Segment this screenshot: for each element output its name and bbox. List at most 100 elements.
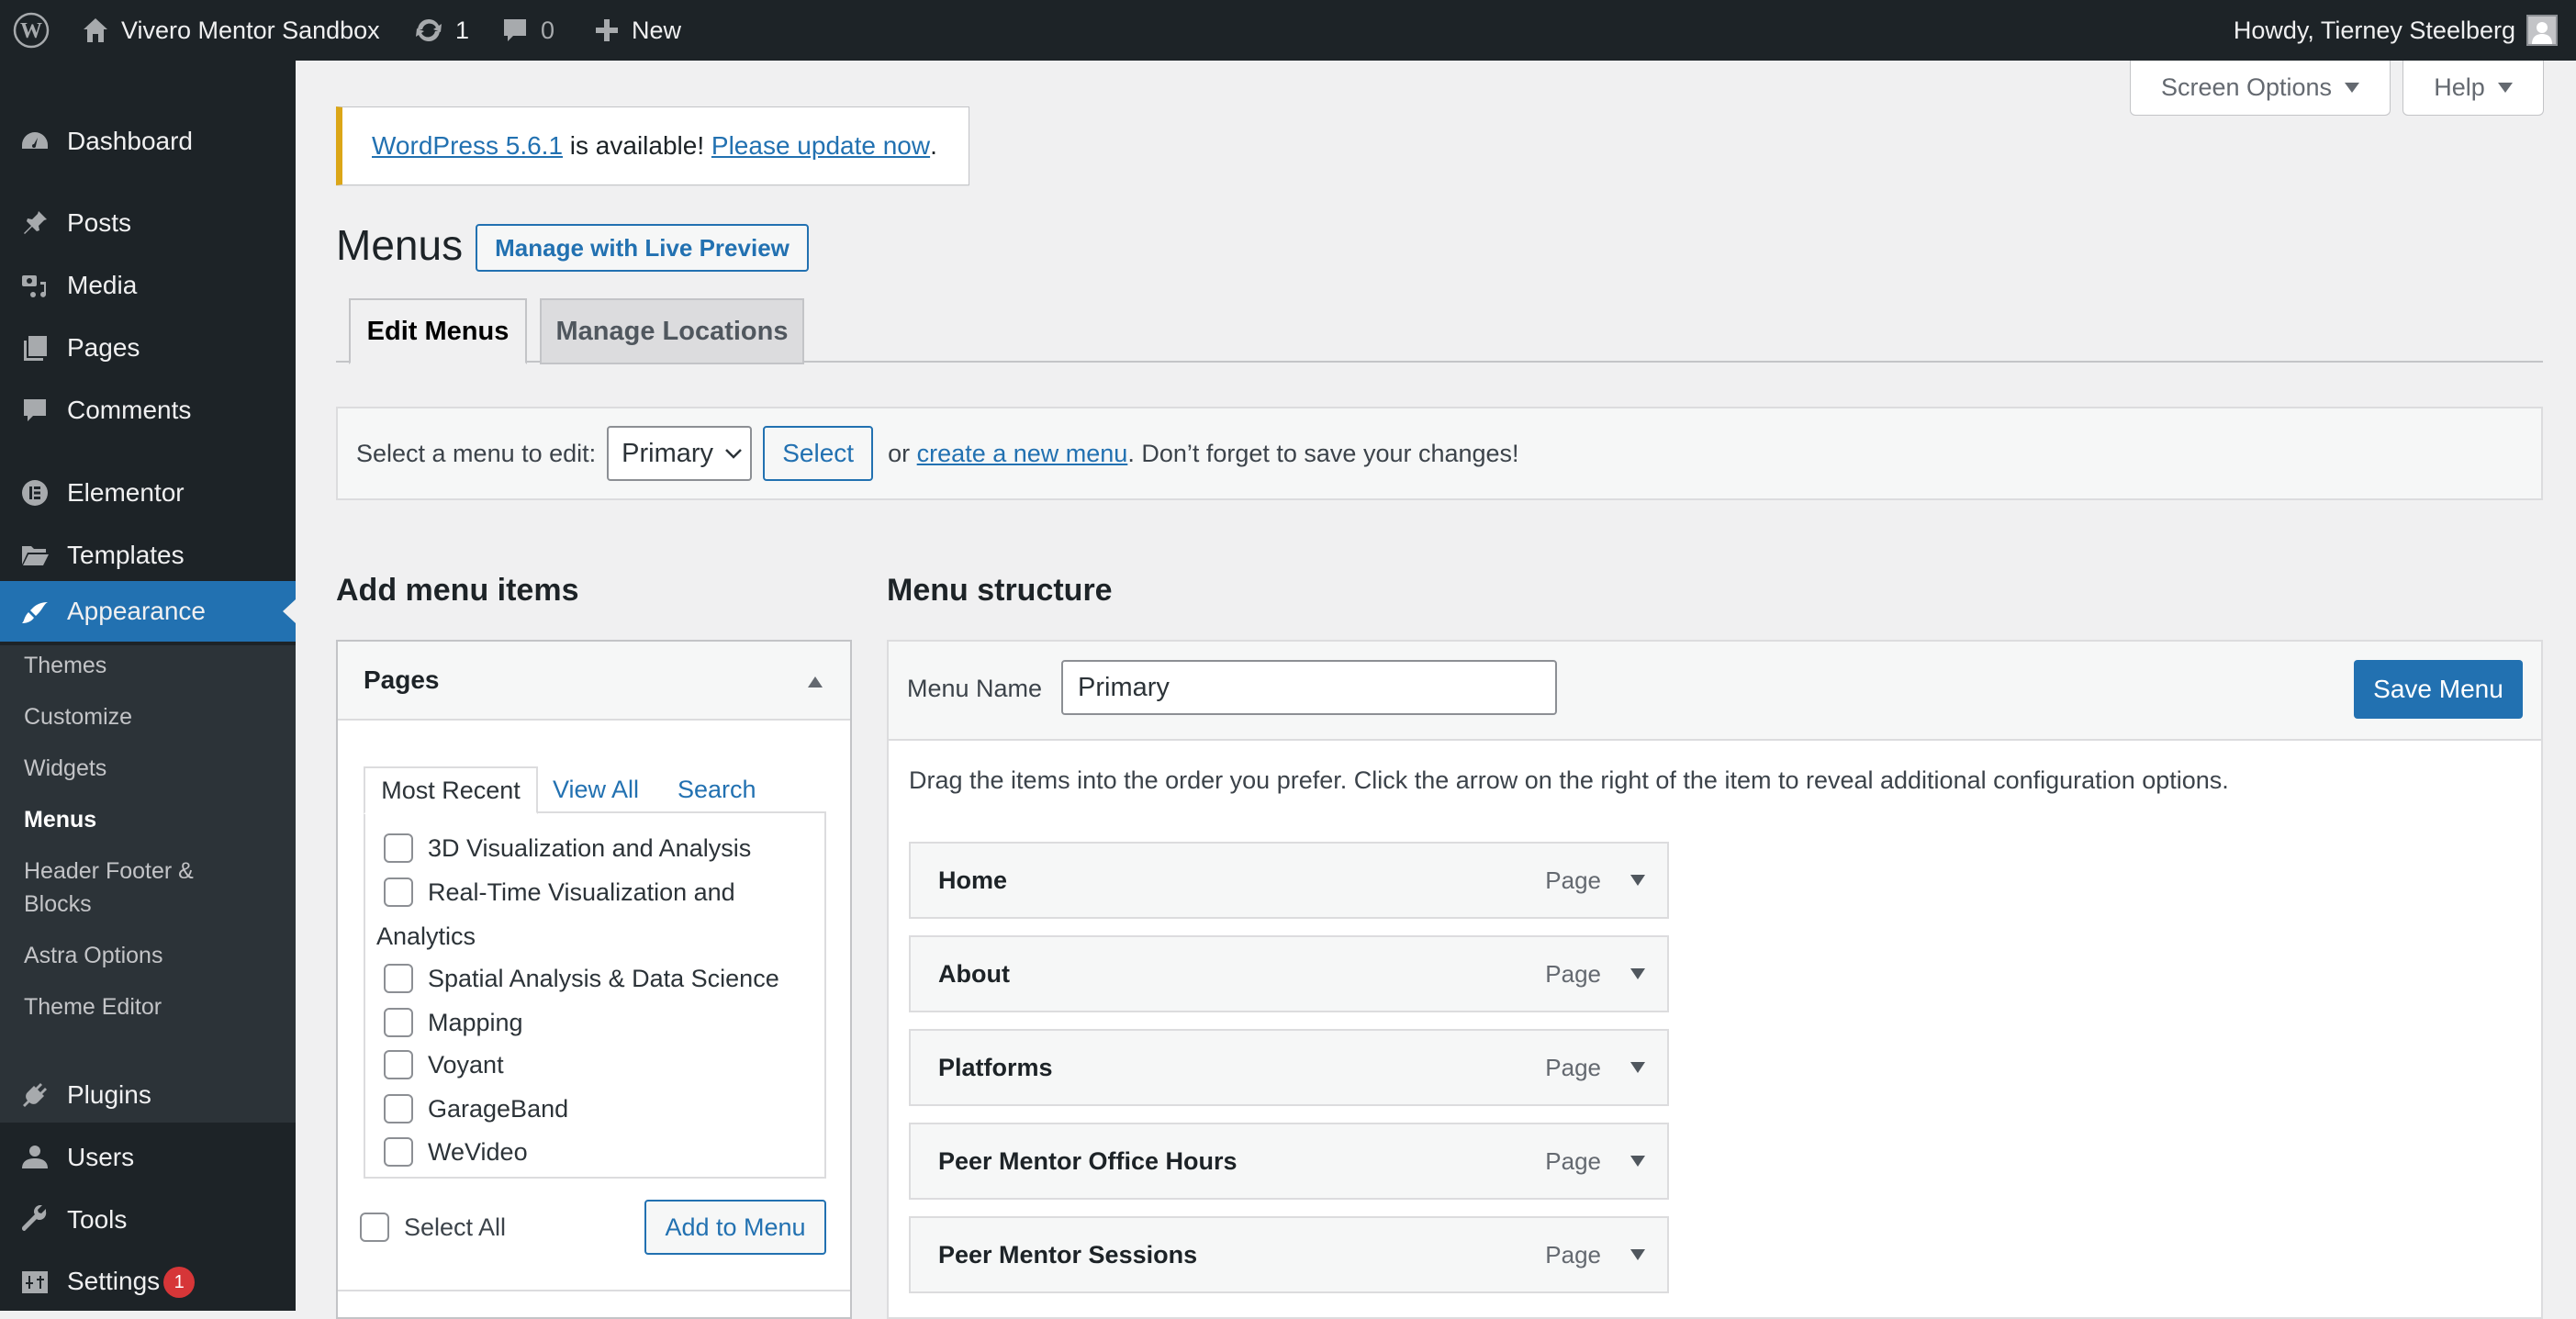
sidebar-item-appearance[interactable]: Appearance xyxy=(0,581,296,642)
sidebar-item-users[interactable]: Users xyxy=(0,1130,296,1185)
submenu-header-footer-blocks[interactable]: Header Footer & Blocks xyxy=(24,855,194,921)
avatar xyxy=(2526,15,2558,46)
checkbox[interactable] xyxy=(384,964,413,993)
my-account-link[interactable]: Howdy, Tierney Steelberg xyxy=(2234,0,2558,61)
tab-edit-menus[interactable]: Edit Menus xyxy=(349,298,527,364)
sidebar-item-pages[interactable]: Pages xyxy=(0,320,296,375)
page-checkbox-item[interactable]: Mapping xyxy=(384,1006,815,1039)
checkbox[interactable] xyxy=(384,1050,413,1079)
submenu-customize[interactable]: Customize xyxy=(24,700,132,733)
sidebar-item-settings[interactable]: Settings 1 xyxy=(0,1255,296,1310)
page-checkbox-item[interactable]: Spatial Analysis & Data Science xyxy=(384,962,815,995)
checkbox[interactable] xyxy=(384,1008,413,1037)
wordpress-version-link[interactable]: WordPress 5.6.1 xyxy=(372,131,563,161)
menu-select-bar: Select a menu to edit: Primary Select or… xyxy=(336,407,2543,500)
checkbox[interactable] xyxy=(384,1094,413,1123)
menu-instructions: Drag the items into the order you prefer… xyxy=(909,766,2229,794)
expand-arrow-icon[interactable] xyxy=(1630,1062,1645,1073)
page-title: Menus xyxy=(336,221,464,269)
new-label: New xyxy=(632,16,682,44)
expand-arrow-icon[interactable] xyxy=(1630,1156,1645,1167)
pages-checklist: 3D Visualization and Analysis Real-Time … xyxy=(364,811,826,1179)
sidebar-label: Posts xyxy=(67,208,132,237)
appearance-submenu: Themes Customize Widgets Menus Header Fo… xyxy=(0,645,296,1123)
sidebar-item-elementor[interactable]: Elementor xyxy=(0,465,296,520)
page-checkbox-item[interactable]: Real-Time Visualization and xyxy=(384,876,815,909)
submenu-astra-options[interactable]: Astra Options xyxy=(24,939,162,972)
page-label: Real-Time Visualization and xyxy=(428,876,735,909)
select-all-label: Select All xyxy=(404,1213,507,1241)
sidebar-item-templates[interactable]: Templates xyxy=(0,528,296,583)
comments-count: 0 xyxy=(541,16,555,44)
save-menu-button[interactable]: Save Menu xyxy=(2354,660,2523,719)
home-icon xyxy=(84,18,107,42)
plus-icon xyxy=(596,19,618,41)
update-now-link[interactable]: Please update now xyxy=(711,131,930,161)
expand-arrow-icon[interactable] xyxy=(1630,1249,1645,1260)
menu-item-title: Peer Mentor Sessions xyxy=(938,1241,1198,1269)
pages-accordion: Pages Most Recent View All Search 3D Vis… xyxy=(336,640,852,1319)
help-label: Help xyxy=(2434,73,2485,101)
menu-item-type: Page xyxy=(1545,1054,1601,1081)
pages-accordion-header[interactable]: Pages xyxy=(338,642,850,721)
menu-name-input[interactable] xyxy=(1061,660,1557,715)
sidebar-item-dashboard[interactable]: Dashboard xyxy=(0,114,296,169)
screen-options-label: Screen Options xyxy=(2160,73,2333,101)
menu-item[interactable]: About Page xyxy=(909,935,1669,1012)
menu-item[interactable]: Home Page xyxy=(909,842,1669,919)
page-label: WeVideo xyxy=(428,1138,528,1166)
menu-item[interactable]: Peer Mentor Office Hours Page xyxy=(909,1123,1669,1200)
site-name-link[interactable]: Vivero Mentor Sandbox xyxy=(81,0,380,61)
updates-link[interactable]: 1 xyxy=(413,0,469,61)
new-content-link[interactable]: New xyxy=(593,0,681,61)
sidebar-label: Appearance xyxy=(67,597,207,625)
select-menu-button[interactable]: Select xyxy=(763,426,874,481)
menu-item-type: Page xyxy=(1545,960,1601,988)
menu-item[interactable]: Peer Mentor Sessions Page xyxy=(909,1216,1669,1293)
page-label: GarageBand xyxy=(428,1095,569,1123)
submenu-label-line2: Blocks xyxy=(24,891,92,917)
sidebar-item-posts[interactable]: Posts xyxy=(0,196,296,251)
help-button[interactable]: Help xyxy=(2402,61,2544,116)
comment-icon xyxy=(18,394,51,427)
page-label-line1: Real-Time Visualization and xyxy=(428,878,735,906)
page-checkbox-item[interactable]: WeVideo xyxy=(384,1135,815,1168)
page-checkbox-item[interactable]: Voyant xyxy=(384,1048,815,1081)
screen-options-button[interactable]: Screen Options xyxy=(2130,61,2391,116)
sidebar-label: Tools xyxy=(67,1205,128,1234)
page-checkbox-item[interactable]: 3D Visualization and Analysis xyxy=(384,832,815,865)
sidebar-label: Settings 1 xyxy=(67,1267,196,1299)
menu-item[interactable]: Platforms Page xyxy=(909,1029,1669,1106)
expand-arrow-icon[interactable] xyxy=(1630,968,1645,979)
sidebar-item-tools[interactable]: Tools xyxy=(0,1192,296,1247)
submenu-widgets[interactable]: Widgets xyxy=(24,752,106,785)
wp-logo-button[interactable]: W xyxy=(13,0,50,61)
expand-arrow-icon[interactable] xyxy=(1630,875,1645,886)
sidebar-item-plugins[interactable]: Plugins xyxy=(0,1067,296,1123)
select-all-checkbox[interactable] xyxy=(360,1213,389,1242)
sidebar-item-comments[interactable]: Comments xyxy=(0,383,296,438)
submenu-themes[interactable]: Themes xyxy=(24,649,106,682)
menu-item-title: Peer Mentor Office Hours xyxy=(938,1147,1238,1175)
checkbox[interactable] xyxy=(384,833,413,863)
checkbox[interactable] xyxy=(384,1137,413,1167)
add-to-menu-button[interactable]: Add to Menu xyxy=(644,1200,826,1255)
page-checkbox-item[interactable]: GarageBand xyxy=(384,1092,815,1125)
site-name: Vivero Mentor Sandbox xyxy=(121,16,380,44)
pages-title: Pages xyxy=(364,665,440,694)
tab-search[interactable]: Search xyxy=(678,766,756,812)
tab-most-recent[interactable]: Most Recent xyxy=(364,766,538,814)
menu-item-type: Page xyxy=(1545,1147,1601,1175)
nav-tabs: Edit Menus Manage Locations xyxy=(336,298,2543,364)
submenu-theme-editor[interactable]: Theme Editor xyxy=(24,990,162,1023)
submenu-menus[interactable]: Menus xyxy=(24,803,96,836)
tab-manage-locations[interactable]: Manage Locations xyxy=(540,298,804,364)
sidebar-item-media[interactable]: Media xyxy=(0,258,296,313)
menu-item-title: About xyxy=(938,960,1010,988)
comments-link[interactable]: 0 xyxy=(500,0,554,61)
tab-view-all[interactable]: View All xyxy=(553,766,639,812)
checkbox[interactable] xyxy=(384,877,413,907)
howdy-text: Howdy, Tierney Steelberg xyxy=(2233,16,2515,44)
create-new-menu-link[interactable]: create a new menu xyxy=(917,440,1128,468)
manage-live-preview-button[interactable]: Manage with Live Preview xyxy=(476,224,809,272)
